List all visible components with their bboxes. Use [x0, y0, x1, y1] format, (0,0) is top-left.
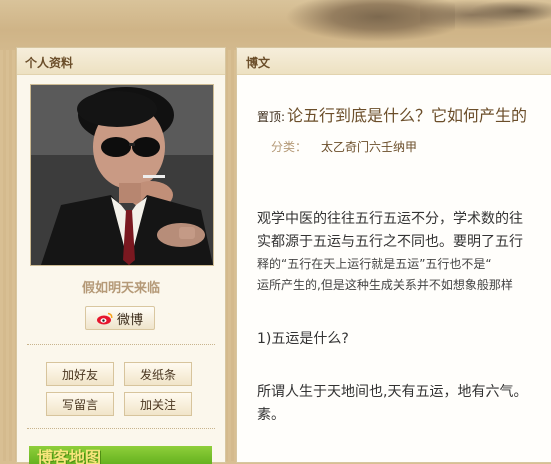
article-module-title: 博文 [246, 56, 271, 70]
add-friend-button[interactable]: 加好友 [46, 362, 114, 386]
profile-module: 个人资料 假如明天来临 微博 加好友 发纸条 写留言 加关注 博客地图 [16, 47, 226, 464]
profile-module-title: 个人资料 [25, 56, 74, 70]
avatar-photo [31, 85, 213, 265]
category-label: 分类： [271, 140, 308, 154]
profile-avatar[interactable] [30, 84, 214, 266]
weibo-icon [96, 312, 113, 325]
article-section-heading: 1)五运是什么? [257, 331, 349, 347]
article-title: 置顶: 论五行到底是什么？它如何产生的 [257, 102, 527, 126]
article-text-line: 释的“五行在天上运行就是五运”五行也不是“ [257, 257, 492, 271]
profile-username[interactable]: 假如明天来临 [17, 277, 225, 296]
article-text-line: 素。 [257, 407, 285, 423]
blog-map-banner[interactable]: 博客地图 [29, 446, 212, 464]
article-module: 博文 置顶: 论五行到底是什么？它如何产生的 分类： 太乙奇门六壬纳甲 观学中医的往… [236, 47, 551, 463]
divider [27, 344, 215, 345]
divider [27, 428, 215, 429]
weibo-button[interactable]: 微博 [85, 306, 155, 330]
background-painting [470, 0, 551, 22]
article-category: 分类： 太乙奇门六壬纳甲 [271, 138, 417, 155]
article-module-header: 博文 [237, 48, 551, 75]
article-text-line: 实都源于五运与五行之不同也。要明了五行 [257, 234, 523, 250]
send-note-button[interactable]: 发纸条 [124, 362, 192, 386]
profile-module-header: 个人资料 [17, 48, 225, 75]
article-text-line: 观学中医的往往五行五运不分，学术数的往 [257, 211, 523, 227]
article-text-line: 运所产生的,但是这种生成关系并不如想象般那样 [257, 278, 513, 292]
article-title-text[interactable]: 论五行到底是什么？它如何产生的 [287, 106, 527, 125]
blog-map-label: 博客地图 [37, 448, 102, 464]
category-link[interactable]: 太乙奇门六壬纳甲 [321, 140, 417, 154]
leave-message-button[interactable]: 写留言 [46, 392, 114, 416]
follow-button[interactable]: 加关注 [124, 392, 192, 416]
weibo-label: 微博 [116, 312, 143, 328]
pinned-label: 置顶: [257, 110, 286, 124]
article-text-line: 所谓人生于天地间也,天有五运，地有六气。 [257, 384, 528, 400]
